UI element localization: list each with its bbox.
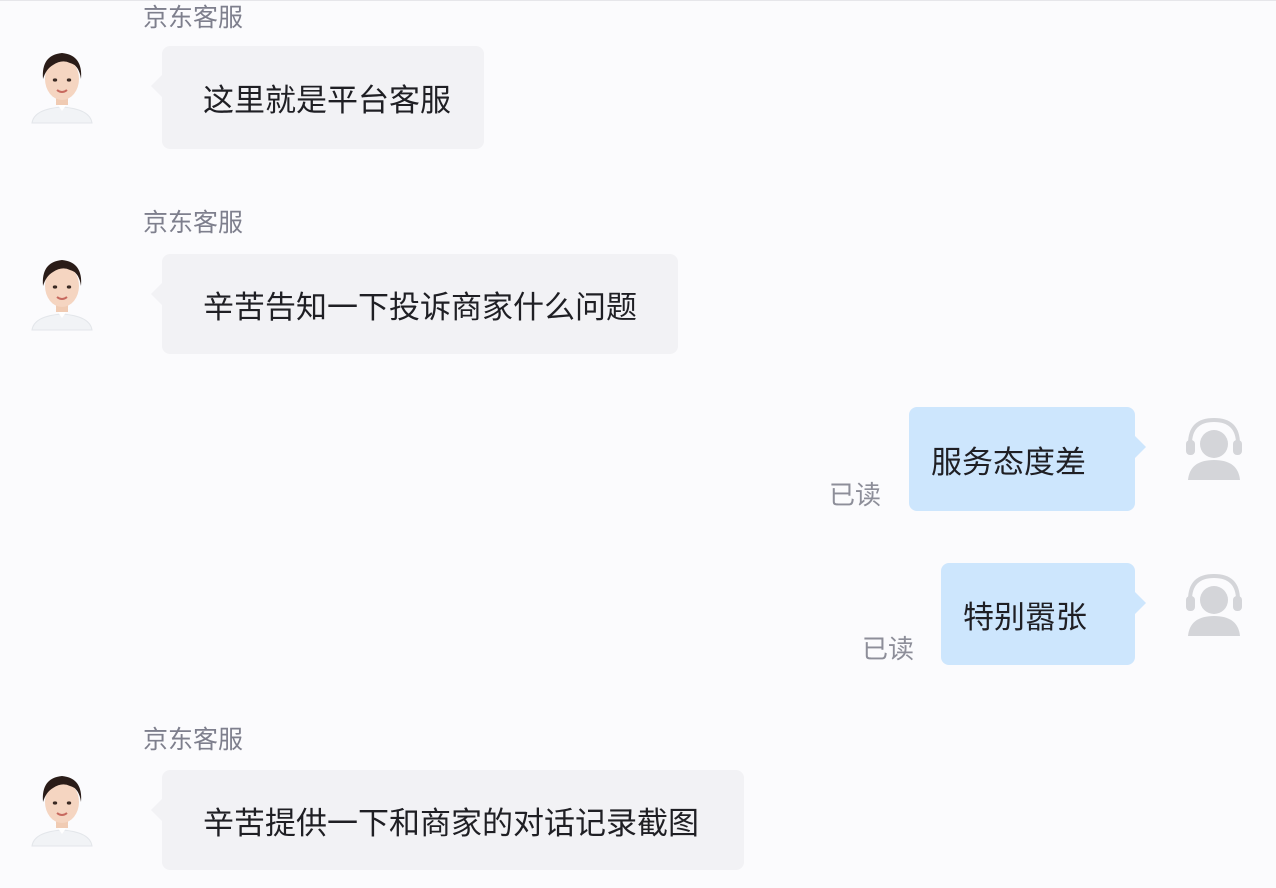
agent-avatar-icon[interactable] <box>24 45 100 125</box>
outgoing-message-bubble[interactable]: 特别嚣张 <box>941 563 1146 665</box>
message-text: 服务态度差 <box>931 444 1086 481</box>
read-status: 已读 <box>829 481 882 511</box>
outgoing-message-bubble[interactable]: 服务态度差 <box>909 407 1146 511</box>
sender-name: 京东客服 <box>143 3 244 32</box>
message-text: 特别嚣张 <box>963 599 1087 636</box>
incoming-message-bubble[interactable]: 辛苦告知一下投诉商家什么问题 <box>151 254 678 354</box>
agent-avatar-icon[interactable] <box>24 768 100 848</box>
read-status: 已读 <box>862 635 915 665</box>
agent-avatar-icon[interactable] <box>24 252 100 332</box>
sender-name: 京东客服 <box>143 208 244 237</box>
user-headset-icon[interactable] <box>1184 414 1244 480</box>
incoming-message-bubble[interactable]: 这里就是平台客服 <box>151 46 484 149</box>
incoming-message-bubble[interactable]: 辛苦提供一下和商家的对话记录截图 <box>151 770 744 870</box>
message-text: 辛苦提供一下和商家的对话记录截图 <box>203 805 699 842</box>
user-headset-icon[interactable] <box>1184 570 1244 636</box>
message-text: 这里就是平台客服 <box>203 83 451 119</box>
message-text: 辛苦告知一下投诉商家什么问题 <box>203 289 637 326</box>
chat-window: 京东客服 这里就是平台客服 京东客服 辛苦告知一下投诉商家什么问题 已读 服务态… <box>0 0 1276 888</box>
sender-name: 京东客服 <box>143 725 244 754</box>
